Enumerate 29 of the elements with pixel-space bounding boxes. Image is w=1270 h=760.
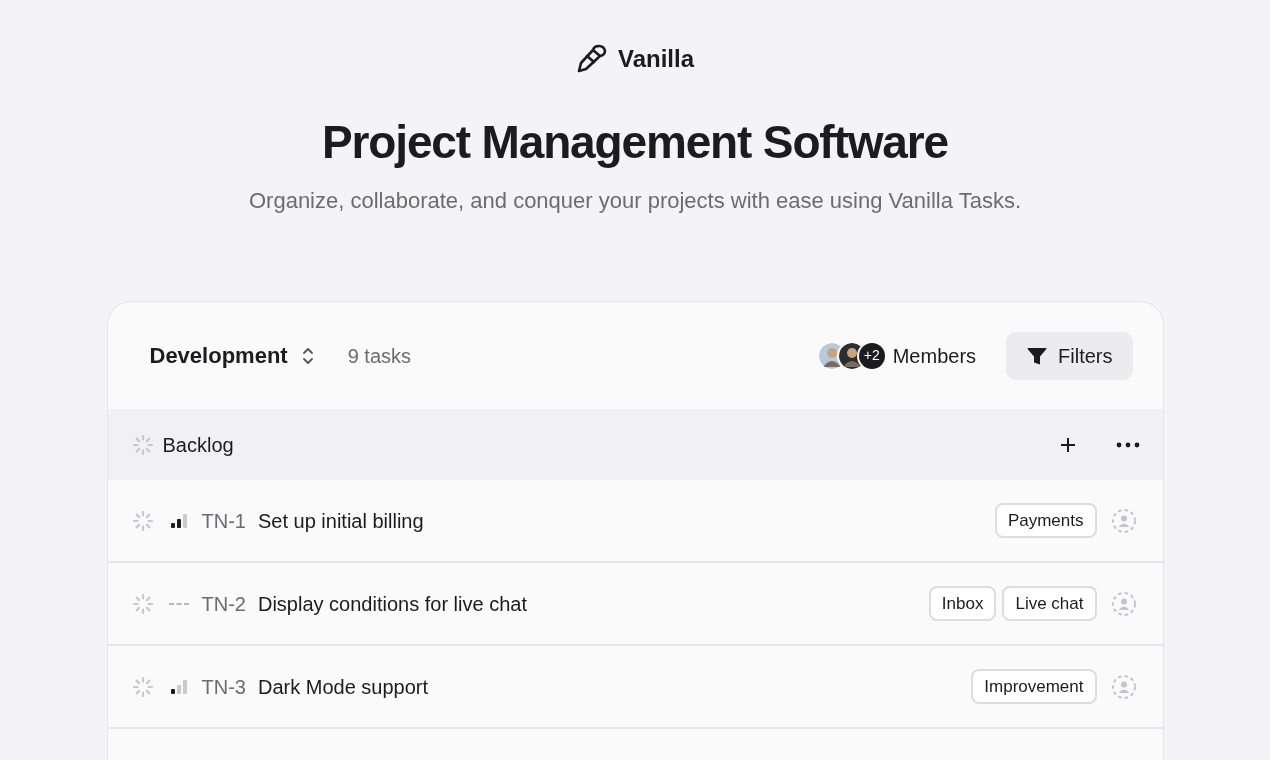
backlog-status-icon [130,432,155,457]
unassigned-user-icon[interactable] [1110,507,1137,534]
more-icon[interactable] [1114,440,1141,449]
add-icon[interactable] [1058,435,1077,454]
backlog-status-icon [130,674,155,699]
task-tag: Payments [994,503,1097,538]
task-count: 9 tasks [347,343,411,369]
members-button[interactable]: +2 Members [818,340,977,371]
task-row[interactable]: TN-1 Set up initial billing Payments [107,480,1163,563]
task-tag: Live chat [1002,586,1097,621]
backlog-status-icon [130,508,155,533]
task-row[interactable]: TN-3 Dark Mode support Improvement [107,646,1163,729]
task-tag: Inbox [928,586,997,621]
task-tag: Improvement [971,669,1097,704]
page-subtitle: Organize, collaborate, and conquer your projects with ease using Vanilla Tasks. [248,187,1022,215]
task-row[interactable]: TN-2 Display conditions for live chat Inbox Live chat [107,563,1163,646]
filters-button[interactable]: Filters [1006,331,1133,380]
brand-name: Vanilla [617,44,694,74]
unassigned-user-icon[interactable] [1110,590,1137,617]
backlog-status-icon [130,591,155,616]
task-id: TN-3 [201,674,246,700]
task-id: TN-2 [201,591,246,617]
task-title: Set up initial billing [257,508,424,534]
unassigned-user-icon[interactable] [1110,673,1137,700]
group-name: Backlog [162,432,234,458]
project-selector[interactable]: Development [137,335,328,376]
task-title: Display conditions for live chat [257,591,527,617]
task-title: Dark Mode support [257,674,429,700]
task-id: TN-1 [201,508,246,534]
